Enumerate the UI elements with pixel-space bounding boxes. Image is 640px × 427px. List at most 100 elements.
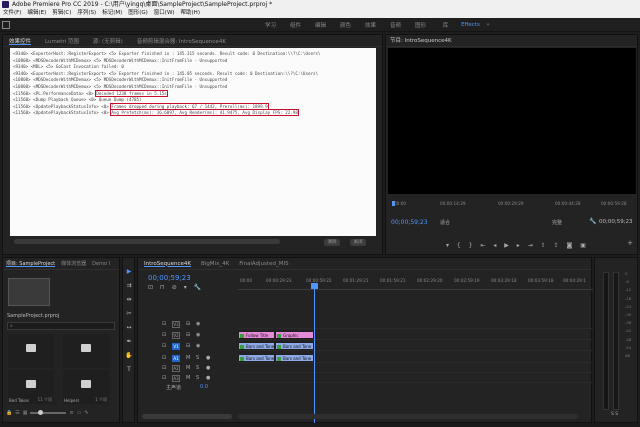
workspace-tab-audio[interactable]: 音频 xyxy=(383,21,408,29)
bin-item[interactable] xyxy=(63,334,109,368)
home-icon[interactable] xyxy=(2,21,10,29)
track-row-v3[interactable] xyxy=(238,320,593,329)
clip-bars-and-tone-a1[interactable]: Bars and Tone xyxy=(238,354,275,362)
meter-solo-buttons[interactable]: S S xyxy=(611,412,618,417)
type-tool-icon[interactable]: T xyxy=(125,366,133,374)
tab-effect-controls[interactable]: 效果控件 xyxy=(9,37,31,45)
snap-icon[interactable]: ⊓ xyxy=(160,284,165,291)
clip-follow-title[interactable]: Follow Title xyxy=(238,331,275,339)
track-row-v1[interactable]: Bars and Tone Bars and Tone xyxy=(238,342,593,351)
workspace-tab-effects[interactable]: Effects xyxy=(458,22,483,28)
lock-icon[interactable]: ⊡ xyxy=(162,332,166,338)
mic-icon[interactable]: ● xyxy=(206,355,210,361)
resolution-select[interactable]: 完整 xyxy=(552,219,562,226)
menu-file[interactable]: 文件(F) xyxy=(2,9,22,18)
go-to-in-icon[interactable]: ⇤ xyxy=(480,242,485,249)
workspace-tab-graphics[interactable]: 图形 xyxy=(408,21,433,29)
timeline-playhead[interactable] xyxy=(311,283,318,423)
timeline-tab-finaladjusted[interactable]: FinalAdjusted_MIS xyxy=(239,261,288,267)
program-ruler[interactable]: 00:00 00:00:14:29 00:00:29:29 00:00:44:2… xyxy=(390,201,634,213)
lock-icon[interactable]: ⊡ xyxy=(162,321,166,327)
menu-help[interactable]: 帮助(H) xyxy=(180,9,201,18)
lift-icon[interactable]: ⇧ xyxy=(541,242,546,249)
lock-icon[interactable]: ⊡ xyxy=(162,365,166,371)
step-back-icon[interactable]: ◂ xyxy=(493,242,496,249)
sort-icon[interactable]: ≡ xyxy=(69,410,73,416)
tab-lumetri-scopes[interactable]: Lumetri 范围 xyxy=(45,37,79,45)
timeline-ruler[interactable]: 00:00 00:00:29:23 00:00:59:22 00:01:29:2… xyxy=(238,276,593,290)
mute-icon[interactable]: M xyxy=(186,365,190,371)
add-marker-icon[interactable]: ▾ xyxy=(446,242,449,249)
tab-audio-clip-mixer[interactable]: 音频剪辑混合器: IntroSequence4K xyxy=(137,37,226,45)
comparison-view-icon[interactable]: ▣ xyxy=(580,242,586,249)
hand-tool-icon[interactable]: ✋ xyxy=(125,352,133,360)
zoom-slider[interactable] xyxy=(30,410,67,415)
wrench-icon[interactable]: 🔧 xyxy=(194,284,201,291)
workspace-overflow-icon[interactable]: » xyxy=(483,22,493,28)
timeline-scrollbar[interactable] xyxy=(238,414,578,419)
workspace-tab-color[interactable]: 颜色 xyxy=(333,21,358,29)
solo-icon[interactable]: S xyxy=(196,375,199,381)
mark-out-icon[interactable]: } xyxy=(469,242,473,249)
workspace-tab-effects-cn[interactable]: 效果 xyxy=(358,21,383,29)
mic-icon[interactable]: ● xyxy=(206,375,210,381)
track-target-v2[interactable]: V2 xyxy=(172,332,180,339)
list-view-icon[interactable]: ☰ xyxy=(15,410,19,416)
wrench-icon[interactable]: 🔧 xyxy=(589,218,596,225)
track-row-a2[interactable] xyxy=(238,364,593,373)
workspace-tab-assembly[interactable]: 组件 xyxy=(283,21,308,29)
add-marker-icon[interactable]: ▾ xyxy=(184,284,187,291)
solo-icon[interactable]: S xyxy=(196,365,199,371)
add-button-icon[interactable]: + xyxy=(627,239,633,247)
track-row-a1[interactable]: Bars and Tone Bars and Tone xyxy=(238,354,593,363)
timeline-tab-bigmix[interactable]: BigMix_4K xyxy=(201,261,229,267)
icon-view-icon[interactable]: ▦ xyxy=(23,410,28,416)
track-target-v3[interactable]: V3 xyxy=(172,321,180,328)
sync-lock-icon[interactable]: ⊟ xyxy=(186,343,190,349)
menu-edit[interactable]: 编辑(E) xyxy=(26,9,47,18)
timeline-tab-intro[interactable]: IntroSequence4K xyxy=(144,261,191,267)
track-select-tool-icon[interactable]: ⇉ xyxy=(125,282,133,290)
menu-marker[interactable]: 标记(M) xyxy=(101,9,123,18)
mic-icon[interactable]: ● xyxy=(206,365,210,371)
timeline-timecode[interactable]: 00;00;59;23 xyxy=(148,274,191,282)
play-icon[interactable]: ▶ xyxy=(504,242,509,249)
mark-in-icon[interactable]: { xyxy=(457,242,461,249)
close-button[interactable]: 关闭 xyxy=(350,239,366,246)
nest-icon[interactable]: ⊡ xyxy=(148,284,153,291)
clip-bars-and-tone-v1[interactable]: Bars and Tone xyxy=(275,342,314,350)
tab-source[interactable]: 源: (无剪辑) xyxy=(93,37,123,45)
menu-clip[interactable]: 剪辑(C) xyxy=(51,9,72,18)
export-frame-icon[interactable]: ◙ xyxy=(567,242,573,249)
extract-icon[interactable]: ⇪ xyxy=(554,242,559,249)
eye-icon[interactable]: ◉ xyxy=(196,332,200,338)
go-to-out-icon[interactable]: ⇥ xyxy=(528,242,533,249)
menu-sequence[interactable]: 序列(S) xyxy=(76,9,97,18)
program-timecode[interactable]: 00;00;59;23 xyxy=(391,219,428,226)
new-bin-icon[interactable]: ▭ xyxy=(77,410,82,416)
lock-icon[interactable]: ⊡ xyxy=(162,375,166,381)
track-target-a2[interactable]: A2 xyxy=(172,365,180,372)
track-target-a1[interactable]: A1 xyxy=(172,355,180,362)
pen-tool-icon[interactable]: ✒ xyxy=(125,338,133,346)
solo-icon[interactable]: S xyxy=(196,355,199,361)
console-scrollbar[interactable] xyxy=(14,239,280,244)
sync-lock-icon[interactable]: ⊟ xyxy=(186,321,190,327)
sync-lock-icon[interactable]: ⊟ xyxy=(186,332,190,338)
menu-window[interactable]: 窗口(W) xyxy=(153,9,176,18)
lock-icon[interactable]: ⊡ xyxy=(162,343,166,349)
track-row-v2[interactable]: Follow Title Graphic xyxy=(238,331,593,340)
eye-icon[interactable]: ◉ xyxy=(196,343,200,349)
project-search-input[interactable]: ⌕ xyxy=(7,322,115,330)
workspace-tab-editing[interactable]: 编辑 xyxy=(308,21,333,29)
mute-icon[interactable]: M xyxy=(186,375,190,381)
lock-icon[interactable]: ⊡ xyxy=(162,355,166,361)
master-track-value[interactable]: 0.0 xyxy=(200,384,208,390)
slip-tool-icon[interactable]: ↔ xyxy=(125,324,133,332)
mute-icon[interactable]: M xyxy=(186,355,190,361)
track-header-scrollbar[interactable] xyxy=(142,414,232,419)
selection-tool-icon[interactable]: ▶ xyxy=(125,268,133,276)
bin-bed-takes[interactable]: Bed Takes 11 个项 xyxy=(8,370,54,404)
tab-media-browser[interactable]: 媒体浏览器 xyxy=(61,260,86,267)
step-forward-icon[interactable]: ▸ xyxy=(517,242,520,249)
